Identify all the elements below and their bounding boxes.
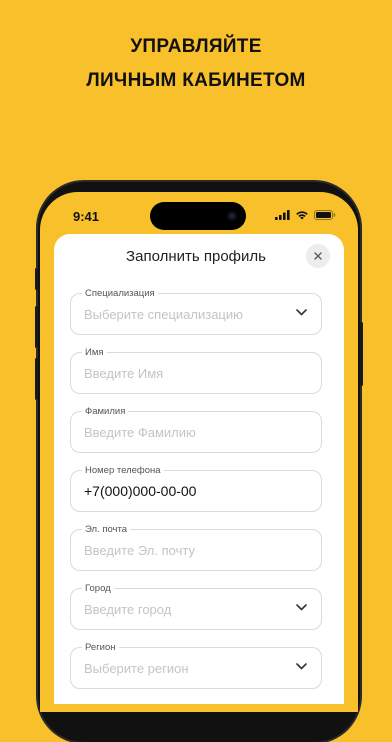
phone-power-button — [360, 322, 363, 386]
camera-icon — [227, 211, 237, 221]
city-label: Город — [82, 583, 114, 594]
promo-headline: УПРАВЛЯЙТЕ ЛИЧНЫМ КАБИНЕТОМ — [0, 30, 392, 98]
first-name-placeholder: Введите Имя — [84, 366, 164, 381]
email-input[interactable]: Введите Эл. почту — [70, 529, 322, 571]
specialization-placeholder: Выберите специализацию — [84, 307, 243, 322]
promo-line-1: УПРАВЛЯЙТЕ — [130, 36, 262, 57]
signal-icon — [275, 210, 290, 220]
first-name-input[interactable]: Введите Имя — [70, 352, 322, 394]
first-name-label: Имя — [82, 347, 107, 358]
phone-volume-down — [35, 358, 38, 400]
status-bar: 9:41 — [40, 192, 358, 236]
city-select[interactable]: Введите город — [70, 588, 322, 630]
chevron-down-icon — [296, 309, 307, 316]
last-name-input[interactable]: Введите Фамилию — [70, 411, 322, 453]
status-time: 9:41 — [73, 209, 100, 224]
wifi-icon — [296, 211, 308, 220]
last-name-placeholder: Введите Фамилию — [84, 425, 196, 440]
last-name-label: Фамилия — [82, 406, 129, 417]
phone-volume-up — [35, 306, 38, 348]
status-icons — [275, 210, 336, 220]
city-placeholder: Введите город — [84, 602, 172, 617]
close-button[interactable] — [306, 244, 330, 268]
sheet-title: Заполнить профиль — [126, 248, 266, 265]
specialization-select[interactable]: Выберите специализацию — [70, 293, 322, 335]
region-label: Регион — [82, 642, 119, 653]
close-icon — [314, 252, 322, 260]
phone-value: +7(000)000-00-00 — [84, 483, 197, 499]
phone-label: Номер телефона — [82, 465, 164, 476]
chevron-down-icon — [296, 604, 307, 611]
phone-input[interactable]: +7(000)000-00-00 — [70, 470, 322, 512]
region-select[interactable]: Выберите регион — [70, 647, 322, 689]
chevron-down-icon — [296, 663, 307, 670]
email-placeholder: Введите Эл. почту — [84, 543, 195, 558]
email-label: Эл. почта — [82, 524, 131, 535]
specialization-label: Специализация — [82, 288, 158, 299]
phone-side-button — [35, 268, 38, 290]
dynamic-island — [150, 202, 246, 230]
promo-line-2: ЛИЧНЫМ КАБИНЕТОМ — [86, 70, 306, 91]
battery-icon — [314, 210, 336, 220]
region-placeholder: Выберите регион — [84, 661, 189, 676]
